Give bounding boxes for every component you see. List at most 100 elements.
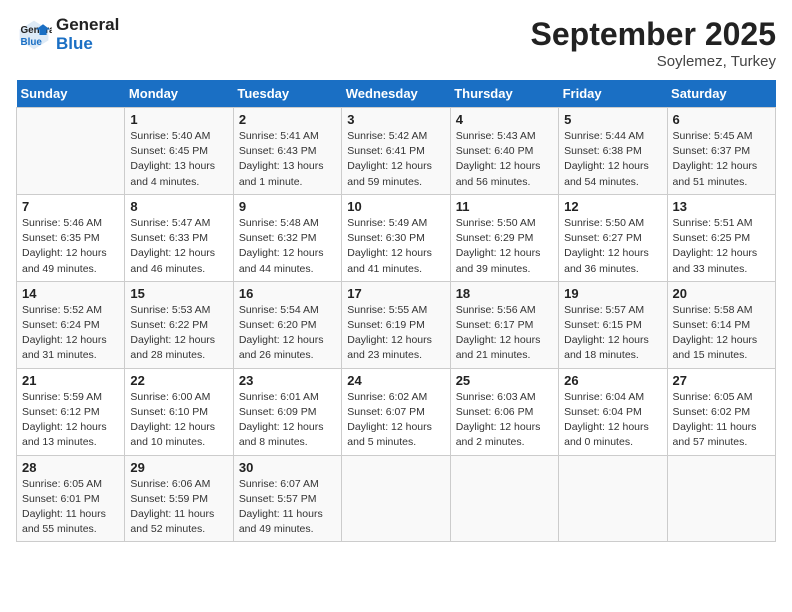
- day-number: 19: [564, 286, 661, 301]
- day-number: 1: [130, 112, 227, 127]
- day-number: 15: [130, 286, 227, 301]
- calendar-cell: 4 Sunrise: 5:43 AMSunset: 6:40 PMDaylight…: [450, 108, 558, 195]
- calendar-cell: 16 Sunrise: 5:54 AMSunset: 6:20 PMDayligh…: [233, 281, 341, 368]
- calendar-cell: 5 Sunrise: 5:44 AMSunset: 6:38 PMDaylight…: [559, 108, 667, 195]
- day-info: Sunrise: 6:05 AMSunset: 6:02 PMDaylight:…: [673, 390, 770, 451]
- calendar-cell: 20 Sunrise: 5:58 AMSunset: 6:14 PMDayligh…: [667, 281, 775, 368]
- day-header-friday: Friday: [559, 80, 667, 108]
- day-info: Sunrise: 6:05 AMSunset: 6:01 PMDaylight:…: [22, 477, 119, 538]
- day-info: Sunrise: 5:48 AMSunset: 6:32 PMDaylight:…: [239, 216, 336, 277]
- svg-text:Blue: Blue: [21, 37, 43, 48]
- logo-text-blue: Blue: [56, 35, 119, 54]
- calendar-cell: 13Sunrise: 5:51 AMSunset: 6:25 PMDayligh…: [667, 194, 775, 281]
- calendar-cell: 15Sunrise: 5:53 AMSunset: 6:22 PMDayligh…: [125, 281, 233, 368]
- week-row-1: 1 Sunrise: 5:40 AMSunset: 6:45 PMDaylight…: [17, 108, 776, 195]
- calendar-cell: 6Sunrise: 5:45 AMSunset: 6:37 PMDaylight…: [667, 108, 775, 195]
- day-info: Sunrise: 5:58 AMSunset: 6:14 PMDaylight:…: [673, 303, 770, 364]
- calendar-cell: 21 Sunrise: 5:59 AMSunset: 6:12 PMDayligh…: [17, 368, 125, 455]
- day-info: Sunrise: 5:50 AMSunset: 6:27 PMDaylight:…: [564, 216, 661, 277]
- calendar-cell: 12 Sunrise: 5:50 AMSunset: 6:27 PMDayligh…: [559, 194, 667, 281]
- day-number: 22: [130, 373, 227, 388]
- day-info: Sunrise: 6:06 AMSunset: 5:59 PMDaylight:…: [130, 477, 227, 538]
- day-number: 27: [673, 373, 770, 388]
- day-info: Sunrise: 5:41 AMSunset: 6:43 PMDaylight:…: [239, 129, 336, 190]
- day-info: Sunrise: 5:55 AMSunset: 6:19 PMDaylight:…: [347, 303, 444, 364]
- day-info: Sunrise: 5:49 AMSunset: 6:30 PMDaylight:…: [347, 216, 444, 277]
- day-header-tuesday: Tuesday: [233, 80, 341, 108]
- day-info: Sunrise: 5:42 AMSunset: 6:41 PMDaylight:…: [347, 129, 444, 190]
- week-row-4: 21 Sunrise: 5:59 AMSunset: 6:12 PMDayligh…: [17, 368, 776, 455]
- location: Soylemez, Turkey: [531, 53, 776, 70]
- day-number: 10: [347, 199, 444, 214]
- day-info: Sunrise: 5:50 AMSunset: 6:29 PMDaylight:…: [456, 216, 553, 277]
- calendar-cell: 10 Sunrise: 5:49 AMSunset: 6:30 PMDayligh…: [342, 194, 450, 281]
- day-number: 30: [239, 460, 336, 475]
- day-number: 8: [130, 199, 227, 214]
- day-header-wednesday: Wednesday: [342, 80, 450, 108]
- svg-text:General: General: [21, 25, 53, 36]
- logo: General Blue General Blue: [16, 16, 119, 53]
- day-info: Sunrise: 5:47 AMSunset: 6:33 PMDaylight:…: [130, 216, 227, 277]
- day-number: 24: [347, 373, 444, 388]
- day-number: 13: [673, 199, 770, 214]
- calendar-cell: 7Sunrise: 5:46 AMSunset: 6:35 PMDaylight…: [17, 194, 125, 281]
- day-info: Sunrise: 5:56 AMSunset: 6:17 PMDaylight:…: [456, 303, 553, 364]
- calendar-cell: [450, 455, 558, 542]
- day-info: Sunrise: 6:01 AMSunset: 6:09 PMDaylight:…: [239, 390, 336, 451]
- day-info: Sunrise: 6:03 AMSunset: 6:06 PMDaylight:…: [456, 390, 553, 451]
- day-number: 12: [564, 199, 661, 214]
- day-info: Sunrise: 5:57 AMSunset: 6:15 PMDaylight:…: [564, 303, 661, 364]
- calendar-cell: 18 Sunrise: 5:56 AMSunset: 6:17 PMDayligh…: [450, 281, 558, 368]
- calendar-cell: 11Sunrise: 5:50 AMSunset: 6:29 PMDayligh…: [450, 194, 558, 281]
- day-header-sunday: Sunday: [17, 80, 125, 108]
- page-header: General Blue General Blue September 2025…: [16, 16, 776, 70]
- calendar-table: SundayMondayTuesdayWednesdayThursdayFrid…: [16, 80, 776, 542]
- day-number: 14: [22, 286, 119, 301]
- day-number: 4: [456, 112, 553, 127]
- day-number: 18: [456, 286, 553, 301]
- calendar-cell: 30 Sunrise: 6:07 AMSunset: 5:57 PMDayligh…: [233, 455, 341, 542]
- day-number: 20: [673, 286, 770, 301]
- calendar-cell: [17, 108, 125, 195]
- logo-text-general: General: [56, 16, 119, 35]
- calendar-cell: 8 Sunrise: 5:47 AMSunset: 6:33 PMDaylight…: [125, 194, 233, 281]
- day-info: Sunrise: 6:07 AMSunset: 5:57 PMDaylight:…: [239, 477, 336, 538]
- title-block: September 2025 Soylemez, Turkey: [531, 16, 776, 70]
- calendar-cell: 9Sunrise: 5:48 AMSunset: 6:32 PMDaylight…: [233, 194, 341, 281]
- day-number: 17: [347, 286, 444, 301]
- day-number: 29: [130, 460, 227, 475]
- day-header-monday: Monday: [125, 80, 233, 108]
- calendar-cell: 1 Sunrise: 5:40 AMSunset: 6:45 PMDaylight…: [125, 108, 233, 195]
- day-info: Sunrise: 5:52 AMSunset: 6:24 PMDaylight:…: [22, 303, 119, 364]
- calendar-cell: [667, 455, 775, 542]
- calendar-cell: 3 Sunrise: 5:42 AMSunset: 6:41 PMDaylight…: [342, 108, 450, 195]
- logo-icon: General Blue: [16, 17, 52, 53]
- week-row-5: 28Sunrise: 6:05 AMSunset: 6:01 PMDayligh…: [17, 455, 776, 542]
- day-number: 25: [456, 373, 553, 388]
- calendar-cell: 29 Sunrise: 6:06 AMSunset: 5:59 PMDayligh…: [125, 455, 233, 542]
- day-info: Sunrise: 5:59 AMSunset: 6:12 PMDaylight:…: [22, 390, 119, 451]
- day-info: Sunrise: 5:40 AMSunset: 6:45 PMDaylight:…: [130, 129, 227, 190]
- day-number: 6: [673, 112, 770, 127]
- month-title: September 2025: [531, 16, 776, 53]
- day-info: Sunrise: 5:43 AMSunset: 6:40 PMDaylight:…: [456, 129, 553, 190]
- day-number: 2: [239, 112, 336, 127]
- calendar-cell: 14 Sunrise: 5:52 AMSunset: 6:24 PMDayligh…: [17, 281, 125, 368]
- day-number: 16: [239, 286, 336, 301]
- day-info: Sunrise: 5:44 AMSunset: 6:38 PMDaylight:…: [564, 129, 661, 190]
- day-info: Sunrise: 6:04 AMSunset: 6:04 PMDaylight:…: [564, 390, 661, 451]
- calendar-cell: 28Sunrise: 6:05 AMSunset: 6:01 PMDayligh…: [17, 455, 125, 542]
- calendar-cell: 24Sunrise: 6:02 AMSunset: 6:07 PMDayligh…: [342, 368, 450, 455]
- day-number: 23: [239, 373, 336, 388]
- day-info: Sunrise: 5:54 AMSunset: 6:20 PMDaylight:…: [239, 303, 336, 364]
- day-header-thursday: Thursday: [450, 80, 558, 108]
- day-number: 3: [347, 112, 444, 127]
- calendar-cell: [559, 455, 667, 542]
- calendar-cell: [342, 455, 450, 542]
- day-number: 5: [564, 112, 661, 127]
- day-number: 26: [564, 373, 661, 388]
- week-row-3: 14 Sunrise: 5:52 AMSunset: 6:24 PMDayligh…: [17, 281, 776, 368]
- day-number: 21: [22, 373, 119, 388]
- week-row-2: 7Sunrise: 5:46 AMSunset: 6:35 PMDaylight…: [17, 194, 776, 281]
- calendar-cell: 23 Sunrise: 6:01 AMSunset: 6:09 PMDayligh…: [233, 368, 341, 455]
